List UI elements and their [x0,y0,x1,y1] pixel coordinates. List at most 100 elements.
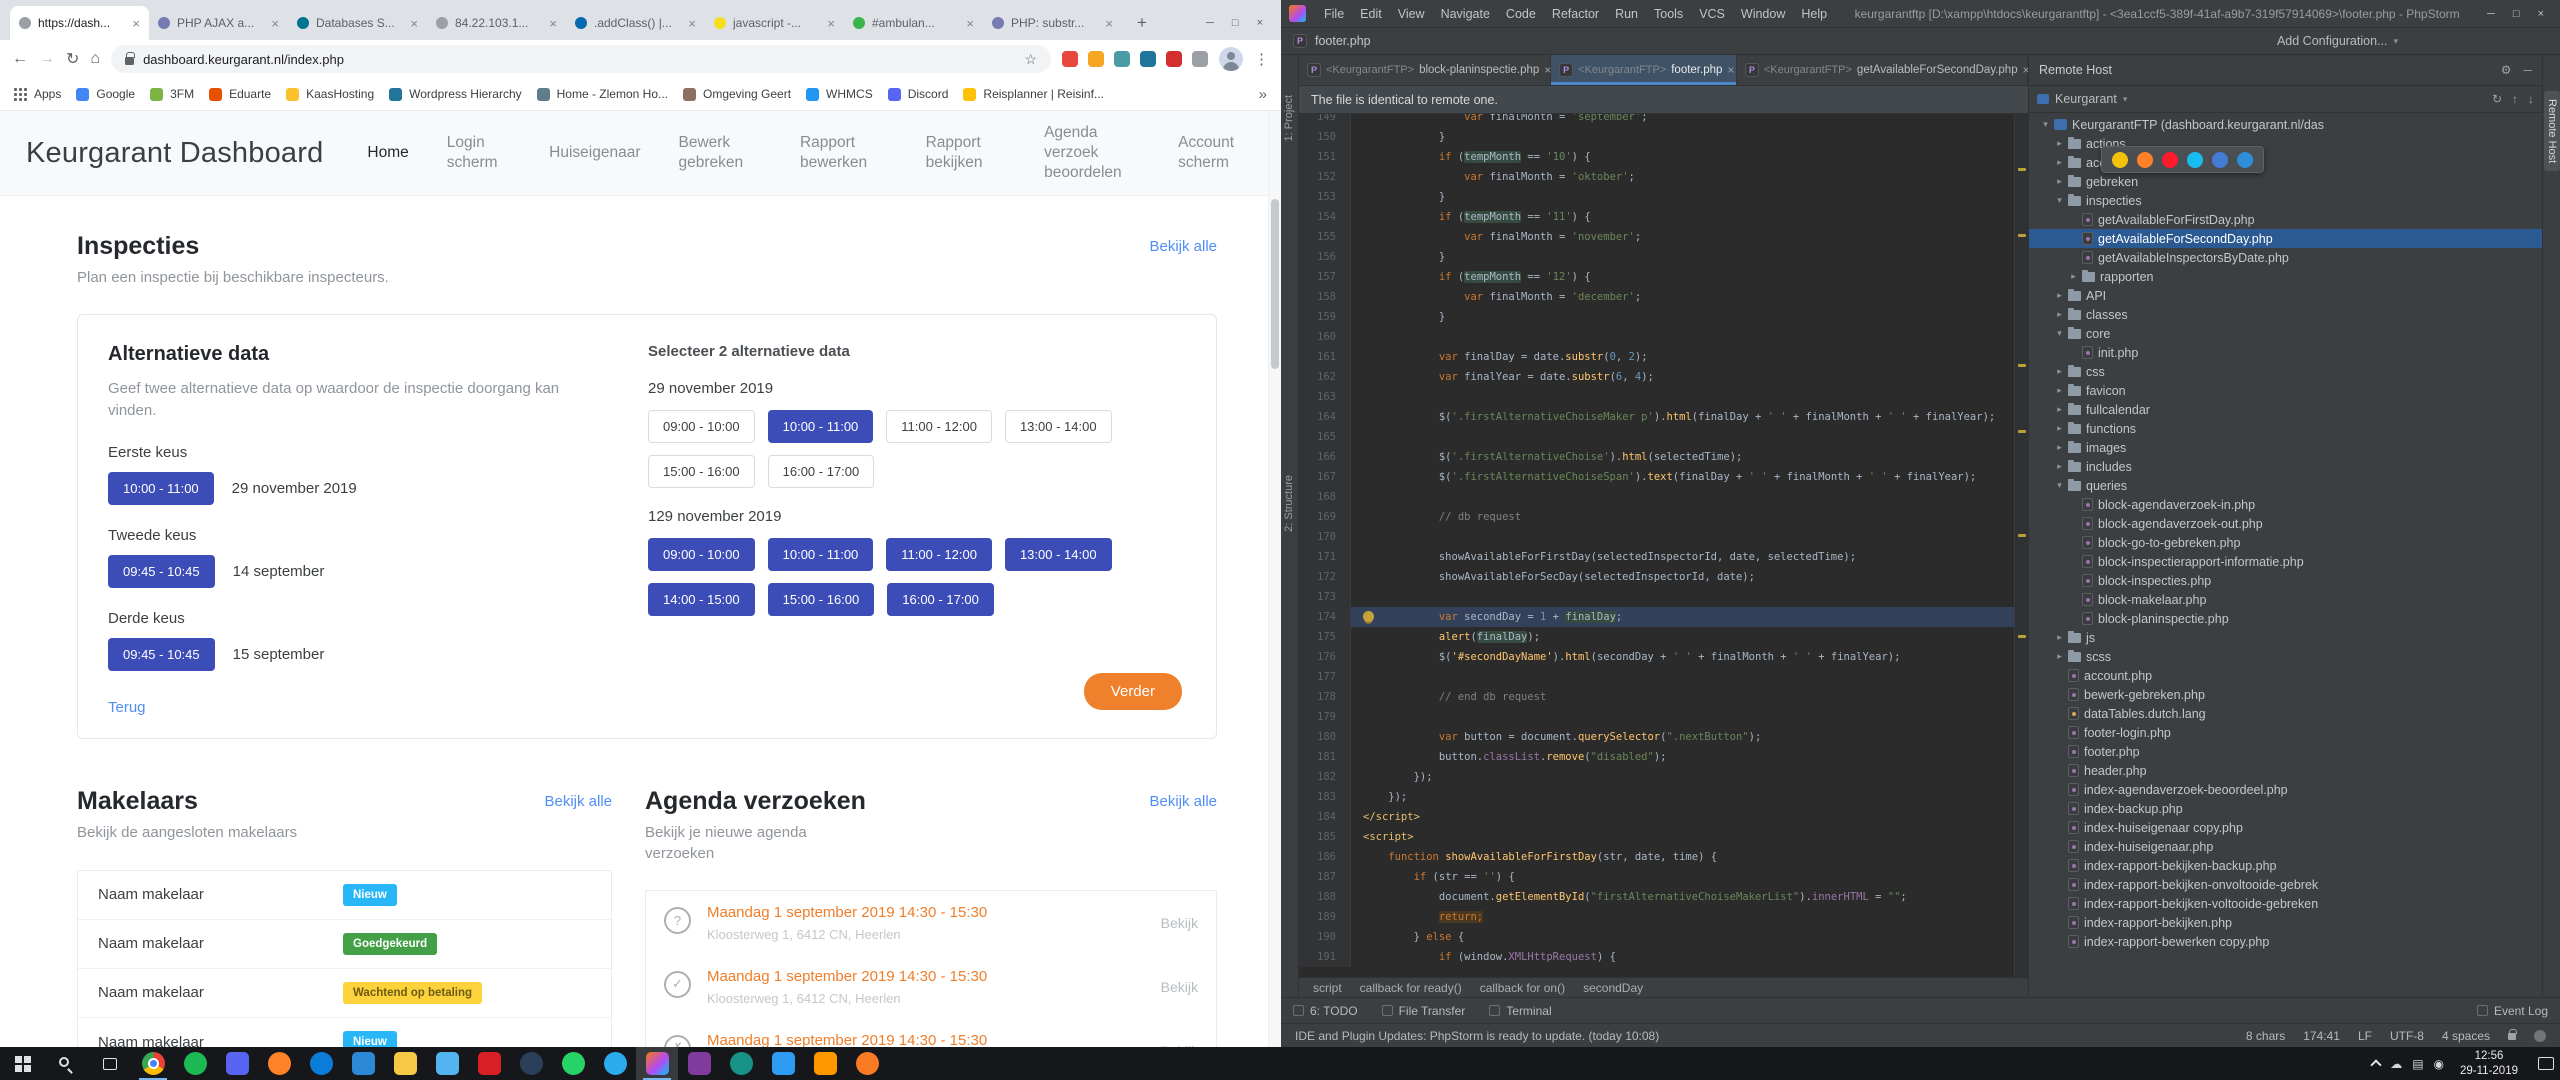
slot-chip[interactable]: 15:00 - 16:00 [768,583,875,616]
reload-icon[interactable]: ↻ [66,49,79,69]
expand-arrow-icon[interactable]: ▸ [2053,157,2066,168]
agenda-item[interactable]: ?Maandag 1 september 2019 14:30 - 15:30K… [646,891,1216,955]
tree-item[interactable]: ▸scss [2029,647,2542,666]
volume-icon[interactable]: ◉ [2434,1057,2444,1071]
taskbar-firefox[interactable] [258,1047,300,1080]
bookmark-item[interactable]: Apps [14,87,61,101]
tool-window-button[interactable]: 6: TODO [1293,1004,1358,1018]
bookmark-item[interactable]: Google [76,87,135,101]
slot-chip[interactable]: 14:00 - 15:00 [648,583,755,616]
firefox-browser-icon[interactable] [2137,152,2153,168]
network-icon[interactable]: ▤ [2412,1057,2423,1071]
upload-icon[interactable]: ↑ [2512,92,2518,106]
menu-item[interactable]: Help [1793,4,1835,24]
taskbar-sublime-text[interactable] [804,1047,846,1080]
time-chip[interactable]: 10:00 - 11:00 [108,472,214,505]
taskbar-telegram[interactable] [594,1047,636,1080]
new-tab-button[interactable]: + [1128,9,1156,37]
menu-item[interactable]: Tools [1646,4,1691,24]
bookmark-item[interactable]: KaasHosting [286,87,374,101]
opera-browser-icon[interactable] [2162,152,2178,168]
hide-panel-icon[interactable]: ─ [2523,63,2532,77]
remote-server-select[interactable]: Keurgarant ▾ [2037,92,2127,106]
status-line-ending[interactable]: LF [2358,1029,2372,1043]
taskbar-file-explorer[interactable] [384,1047,426,1080]
nav-item[interactable]: Home [367,143,408,163]
download-icon[interactable]: ↓ [2528,92,2534,106]
pinner-extension-icon[interactable] [1166,51,1182,67]
tree-item[interactable]: index-rapport-bekijken-onvoltooide-gebre… [2029,875,2542,894]
tree-item[interactable]: init.php [2029,343,2542,362]
tree-item[interactable]: ▾KeurgarantFTP (dashboard.keurgarant.nl/… [2029,115,2542,134]
taskbar-clock[interactable]: 12:56 29-11-2019 [2454,1049,2524,1078]
menu-item[interactable]: Run [1607,4,1646,24]
menu-item[interactable]: VCS [1691,4,1733,24]
bekijk-link[interactable]: Bekijk [1149,979,1198,995]
scrollbar-thumb[interactable] [1271,199,1279,369]
tree-item[interactable]: index-rapport-bekijken-backup.php [2029,856,2542,875]
tree-item[interactable]: ▾inspecties [2029,191,2542,210]
search-button[interactable] [44,1047,88,1080]
browser-tab[interactable]: javascript -...× [705,6,844,40]
editor-tab[interactable]: P<KeurgarantFTP>block-planinspectie.php× [1299,55,1551,85]
tool-button-project[interactable]: 1: Project [1283,95,1295,141]
tree-item[interactable]: ▸classes [2029,305,2542,324]
makelaar-row[interactable]: Naam makelaarNieuw [78,1018,611,1048]
browser-tab[interactable]: Databases S...× [288,6,427,40]
taskbar-discord[interactable] [216,1047,258,1080]
slot-chip[interactable]: 13:00 - 14:00 [1005,538,1112,571]
navbar-file[interactable]: footer.php [1315,34,1371,48]
bookmark-item[interactable]: Omgeving Geert [683,87,791,101]
tree-item[interactable]: ▸images [2029,438,2542,457]
minimize-icon[interactable]: ─ [1206,17,1214,29]
intention-bulb-icon[interactable] [1363,611,1374,622]
browser-tab[interactable]: 84.22.103.1...× [427,6,566,40]
tree-item[interactable]: ▾core [2029,324,2542,343]
breadcrumb-item[interactable]: callback for on() [1480,981,1565,995]
bookmark-item[interactable]: Home - Zlemon Ho... [537,87,668,101]
breadcrumb-item[interactable]: script [1313,981,1342,995]
nav-item[interactable]: Account scherm [1178,133,1255,173]
tab-close-icon[interactable]: × [688,16,696,31]
expand-arrow-icon[interactable]: ▸ [2053,290,2066,301]
menu-item[interactable]: Code [1498,4,1544,24]
taskbar-visual-studio[interactable] [678,1047,720,1080]
puzzle-extension-icon[interactable] [1192,51,1208,67]
slot-chip[interactable]: 10:00 - 11:00 [768,410,874,443]
tool-button-structure[interactable]: 2: Structure [1283,475,1295,532]
home-icon[interactable]: ⌂ [90,50,100,68]
inspecties-view-all-link[interactable]: Bekijk alle [1149,238,1217,255]
expand-arrow-icon[interactable]: ▸ [2053,309,2066,320]
expand-arrow-icon[interactable]: ▸ [2067,271,2080,282]
tree-item[interactable]: footer-login.php [2029,723,2542,742]
back-icon[interactable]: ← [12,50,28,68]
hector-icon[interactable] [2534,1030,2546,1042]
bookmark-star-icon[interactable]: ☆ [1024,51,1037,68]
error-stripe[interactable] [2014,114,2028,977]
nav-item[interactable]: Bewerk gebreken [679,133,762,173]
tool-window-button[interactable]: Event Log [2477,1004,2548,1018]
status-caret-position[interactable]: 174:41 [2303,1029,2340,1043]
bookmarks-overflow-icon[interactable]: » [1259,86,1267,103]
expand-arrow-icon[interactable]: ▸ [2053,651,2066,662]
slot-chip[interactable]: 13:00 - 14:00 [1005,410,1112,443]
taskbar-vscode[interactable] [762,1047,804,1080]
tab-close-icon[interactable]: × [1727,63,1734,77]
bookmark-item[interactable]: Eduarte [209,87,271,101]
slot-chip[interactable]: 16:00 - 17:00 [887,583,994,616]
tree-item[interactable]: block-go-to-gebreken.php [2029,533,2542,552]
chrome-browser-icon[interactable] [2112,152,2128,168]
tree-item[interactable]: index-huiseigenaar copy.php [2029,818,2542,837]
browser-tab[interactable]: PHP AJAX a...× [149,6,288,40]
tree-item[interactable]: getAvailableForSecondDay.php [2029,229,2542,248]
adblock-extension-icon[interactable] [1062,51,1078,67]
tab-close-icon[interactable]: × [1105,16,1113,31]
expand-arrow-icon[interactable]: ▾ [2053,328,2066,339]
breadcrumb-item[interactable]: callback for ready() [1360,981,1462,995]
tab-close-icon[interactable]: × [827,16,835,31]
tree-item[interactable]: ▾queries [2029,476,2542,495]
expand-arrow-icon[interactable]: ▸ [2053,442,2066,453]
address-bar[interactable]: dashboard.keurgarant.nl/index.php ☆ [111,45,1051,73]
tree-item[interactable]: ▸gebreken [2029,172,2542,191]
menu-item[interactable]: Window [1733,4,1793,24]
